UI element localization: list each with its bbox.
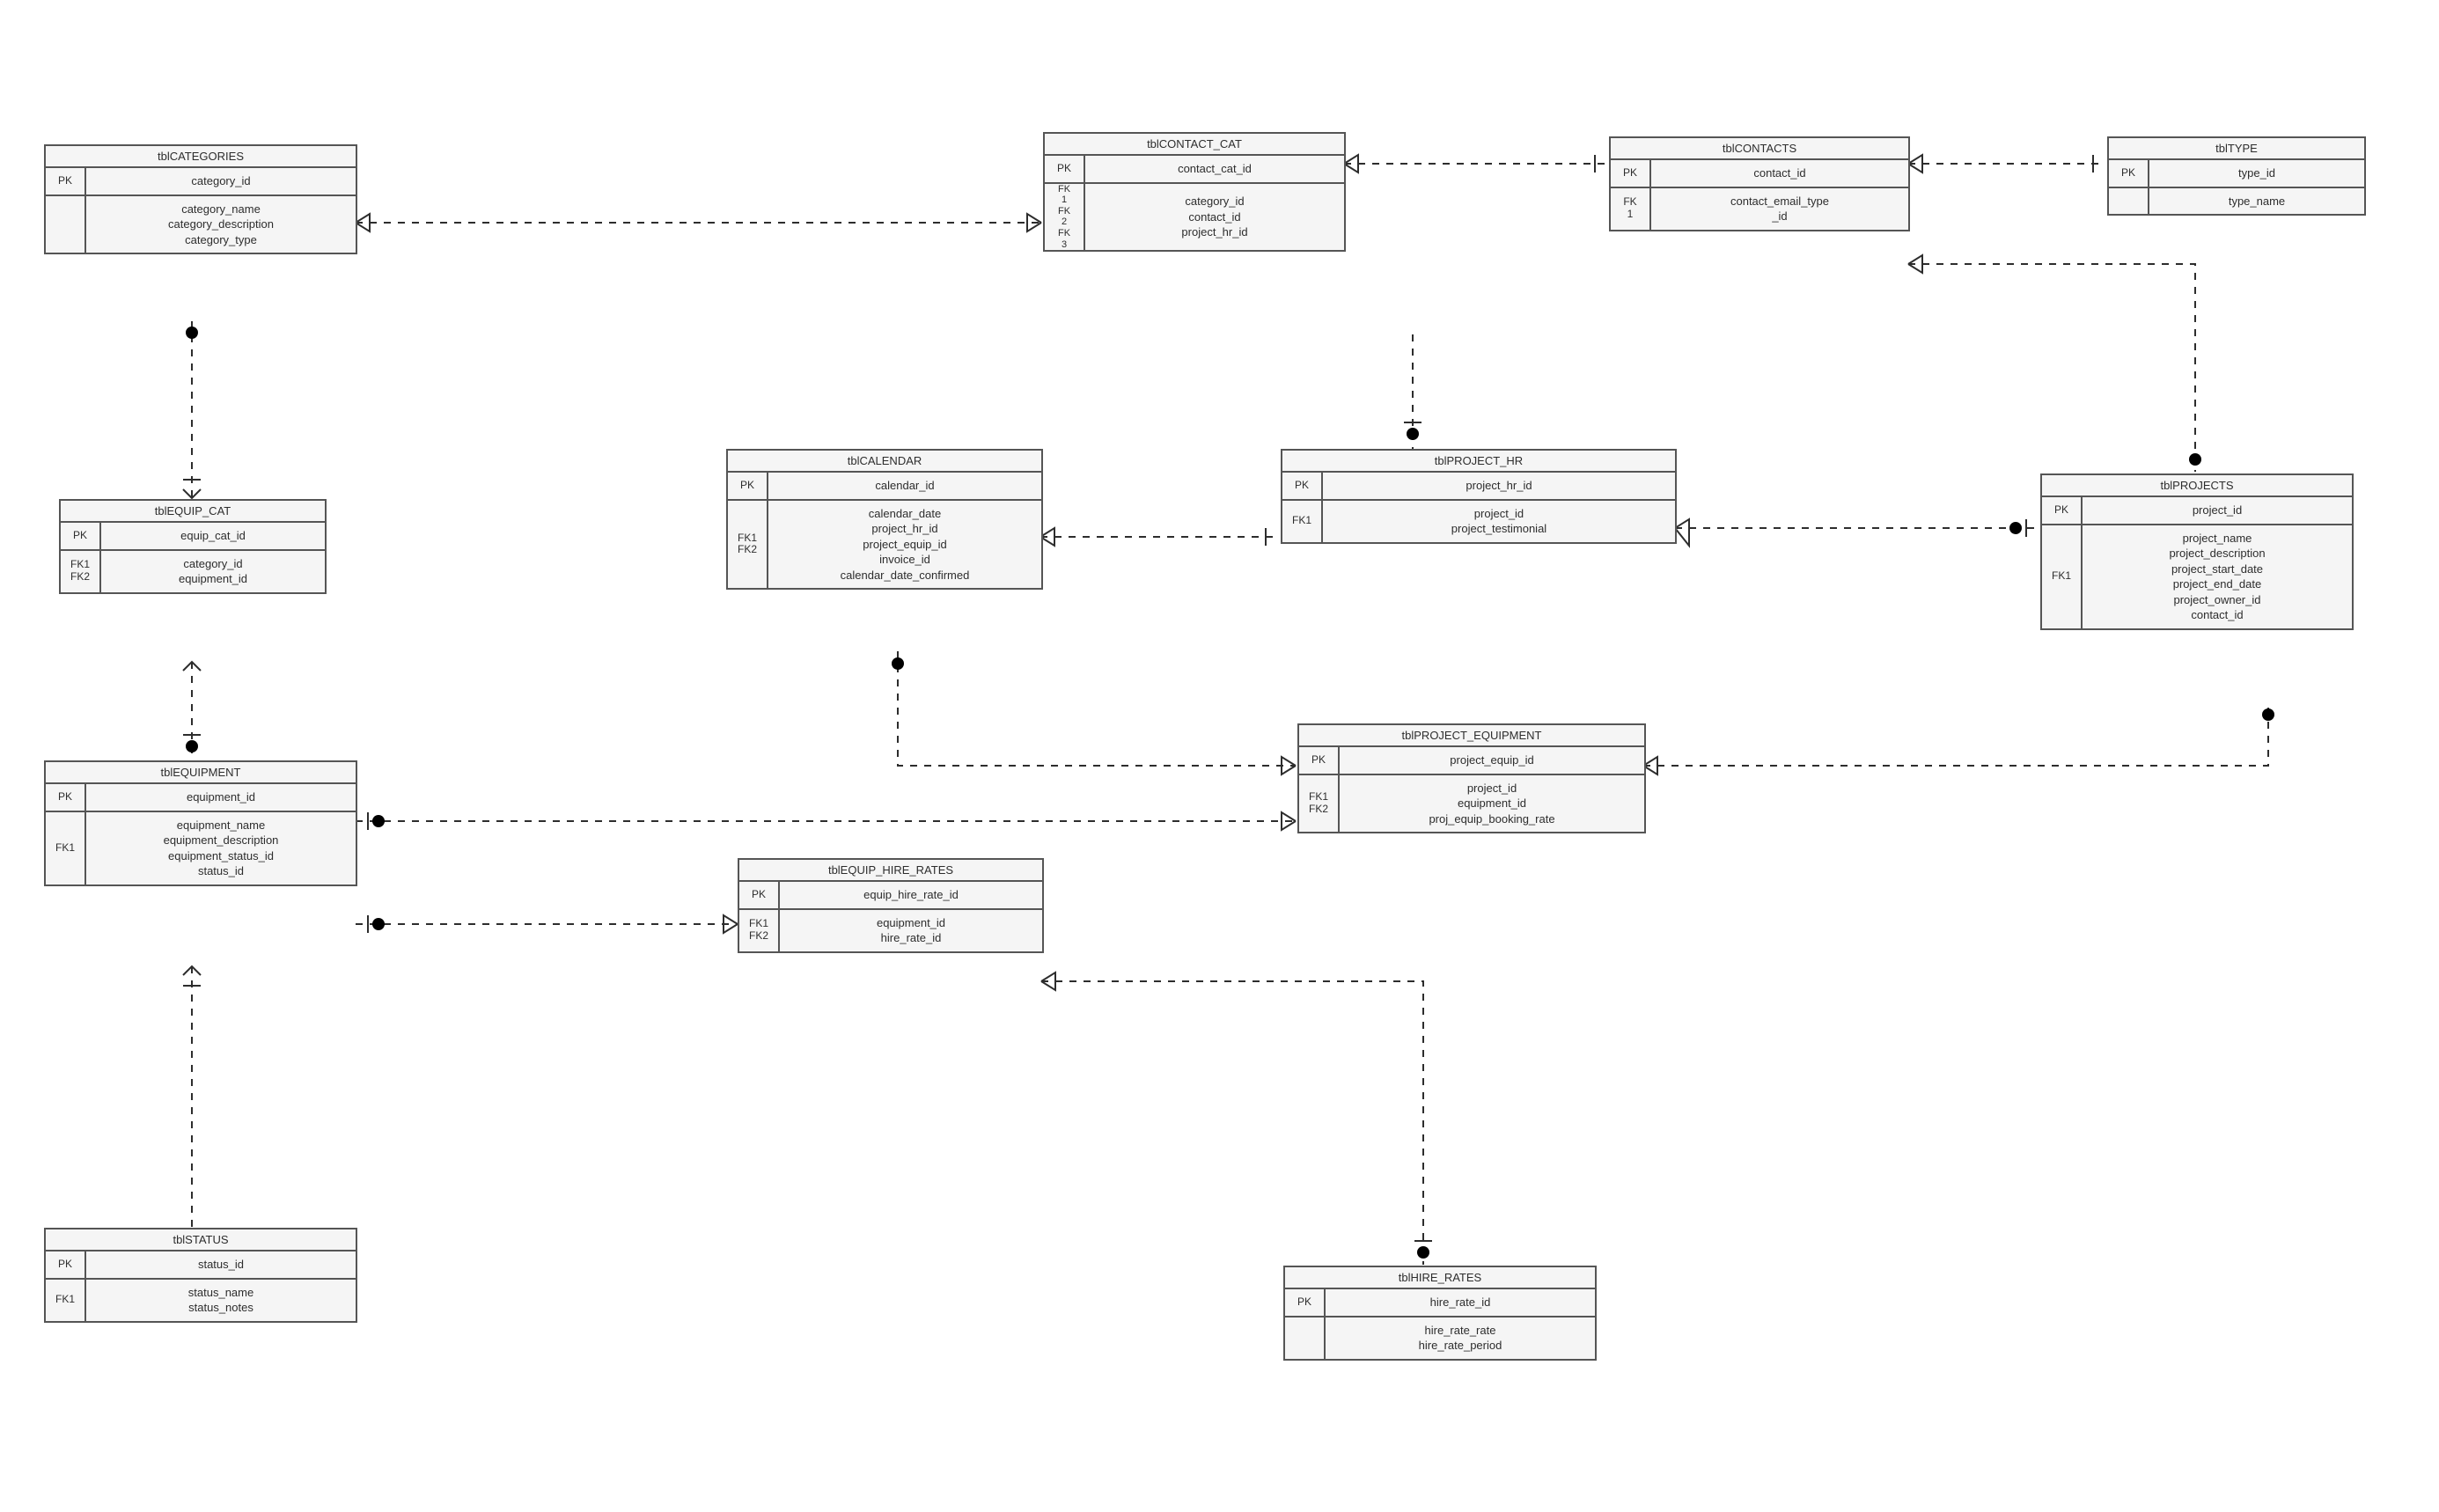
- pk-field: equipment_id: [86, 784, 356, 811]
- body-keys: FK1 FK2: [728, 501, 768, 589]
- entity-hire-rates: tblHIRE_RATES PK hire_rate_id hire_rate_…: [1283, 1266, 1597, 1361]
- body-keys: FK1 FK2: [61, 551, 101, 592]
- body-keys: FK1: [46, 1280, 86, 1321]
- body-fields: equipment_idhire_rate_id: [780, 910, 1042, 951]
- pk-field: project_equip_id: [1340, 747, 1644, 774]
- body-fields: category_namecategory_descriptioncategor…: [86, 196, 356, 253]
- entity-title: tblPROJECT_EQUIPMENT: [1299, 725, 1644, 747]
- entity-title: tblCATEGORIES: [46, 146, 356, 168]
- entity-project-equipment: tblPROJECT_EQUIPMENT PK project_equip_id…: [1297, 723, 1646, 833]
- entity-equipment: tblEQUIPMENT PK equipment_id FK1 equipme…: [44, 760, 357, 886]
- entity-equip-hire-rates: tblEQUIP_HIRE_RATES PK equip_hire_rate_i…: [738, 858, 1044, 953]
- entity-project-hr: tblPROJECT_HR PK project_hr_id FK1 proje…: [1281, 449, 1677, 544]
- body-fields: status_namestatus_notes: [86, 1280, 356, 1321]
- pk-field: equip_cat_id: [101, 523, 325, 549]
- pk-field: contact_id: [1651, 160, 1908, 187]
- pk-label: PK: [739, 882, 780, 908]
- body-keys: FK1: [1282, 501, 1323, 542]
- pk-label: PK: [2042, 497, 2083, 524]
- pk-field: type_id: [2149, 160, 2364, 187]
- entity-title: tblCONTACT_CAT: [1045, 134, 1344, 156]
- body-keys: FK1: [2042, 525, 2083, 628]
- pk-label: PK: [1282, 473, 1323, 499]
- body-keys: FK 1: [1611, 188, 1651, 230]
- pk-label: PK: [1299, 747, 1340, 774]
- body-fields: project_idproject_testimonial: [1323, 501, 1675, 542]
- entity-title: tblTYPE: [2109, 138, 2364, 160]
- body-fields: type_name: [2149, 188, 2364, 215]
- body-keys: FK1 FK2: [739, 910, 780, 951]
- body-fields: calendar_dateproject_hr_idproject_equip_…: [768, 501, 1041, 589]
- body-fields: contact_email_type_id: [1651, 188, 1908, 230]
- body-fields: equipment_nameequipment_descriptionequip…: [86, 812, 356, 884]
- entity-title: tblHIRE_RATES: [1285, 1267, 1595, 1289]
- body-fields: hire_rate_ratehire_rate_period: [1326, 1317, 1595, 1359]
- pk-field: status_id: [86, 1251, 356, 1278]
- entity-title: tblCALENDAR: [728, 451, 1041, 473]
- entity-projects: tblPROJECTS PK project_id FK1 project_na…: [2040, 473, 2354, 630]
- body-fields: project_idequipment_idproj_equip_booking…: [1340, 775, 1644, 833]
- entity-type: tblTYPE PK type_id type_name: [2107, 136, 2366, 216]
- body-fields: project_nameproject_descriptionproject_s…: [2083, 525, 2352, 628]
- entity-contact-cat: tblCONTACT_CAT PK contact_cat_id FK 1 FK…: [1043, 132, 1346, 252]
- entity-categories: tblCATEGORIES PK category_id category_na…: [44, 144, 357, 254]
- pk-field: project_hr_id: [1323, 473, 1675, 499]
- er-diagram-canvas: tblCATEGORIES PK category_id category_na…: [0, 0, 2439, 1512]
- pk-label: PK: [728, 473, 768, 499]
- pk-field: calendar_id: [768, 473, 1041, 499]
- pk-field: contact_cat_id: [1085, 156, 1344, 182]
- body-keys: [1285, 1317, 1326, 1359]
- body-keys: FK1 FK2: [1299, 775, 1340, 833]
- pk-field: hire_rate_id: [1326, 1289, 1595, 1316]
- entity-title: tblPROJECTS: [2042, 475, 2352, 497]
- pk-label: PK: [1285, 1289, 1326, 1316]
- body-fields: category_idequipment_id: [101, 551, 325, 592]
- entity-title: tblEQUIP_HIRE_RATES: [739, 860, 1042, 882]
- pk-label: PK: [1045, 156, 1085, 182]
- body-keys: [2109, 188, 2149, 215]
- body-keys: FK 1 FK 2 FK 3: [1045, 184, 1085, 251]
- entity-equip-cat: tblEQUIP_CAT PK equip_cat_id FK1 FK2 cat…: [59, 499, 327, 594]
- pk-field: category_id: [86, 168, 356, 195]
- entity-status: tblSTATUS PK status_id FK1 status_namest…: [44, 1228, 357, 1323]
- pk-field: project_id: [2083, 497, 2352, 524]
- body-keys: FK1: [46, 812, 86, 884]
- entity-title: tblCONTACTS: [1611, 138, 1908, 160]
- entity-title: tblSTATUS: [46, 1229, 356, 1251]
- body-fields: category_idcontact_idproject_hr_id: [1085, 184, 1344, 251]
- pk-field: equip_hire_rate_id: [780, 882, 1042, 908]
- pk-label: PK: [46, 784, 86, 811]
- pk-label: PK: [1611, 160, 1651, 187]
- entity-title: tblEQUIP_CAT: [61, 501, 325, 523]
- pk-label: PK: [46, 1251, 86, 1278]
- entity-contacts: tblCONTACTS PK contact_id FK 1 contact_e…: [1609, 136, 1910, 231]
- entity-title: tblEQUIPMENT: [46, 762, 356, 784]
- pk-label: PK: [46, 168, 86, 195]
- entity-calendar: tblCALENDAR PK calendar_id FK1 FK2 calen…: [726, 449, 1043, 590]
- pk-label: PK: [61, 523, 101, 549]
- entity-title: tblPROJECT_HR: [1282, 451, 1675, 473]
- body-keys: [46, 196, 86, 253]
- pk-label: PK: [2109, 160, 2149, 187]
